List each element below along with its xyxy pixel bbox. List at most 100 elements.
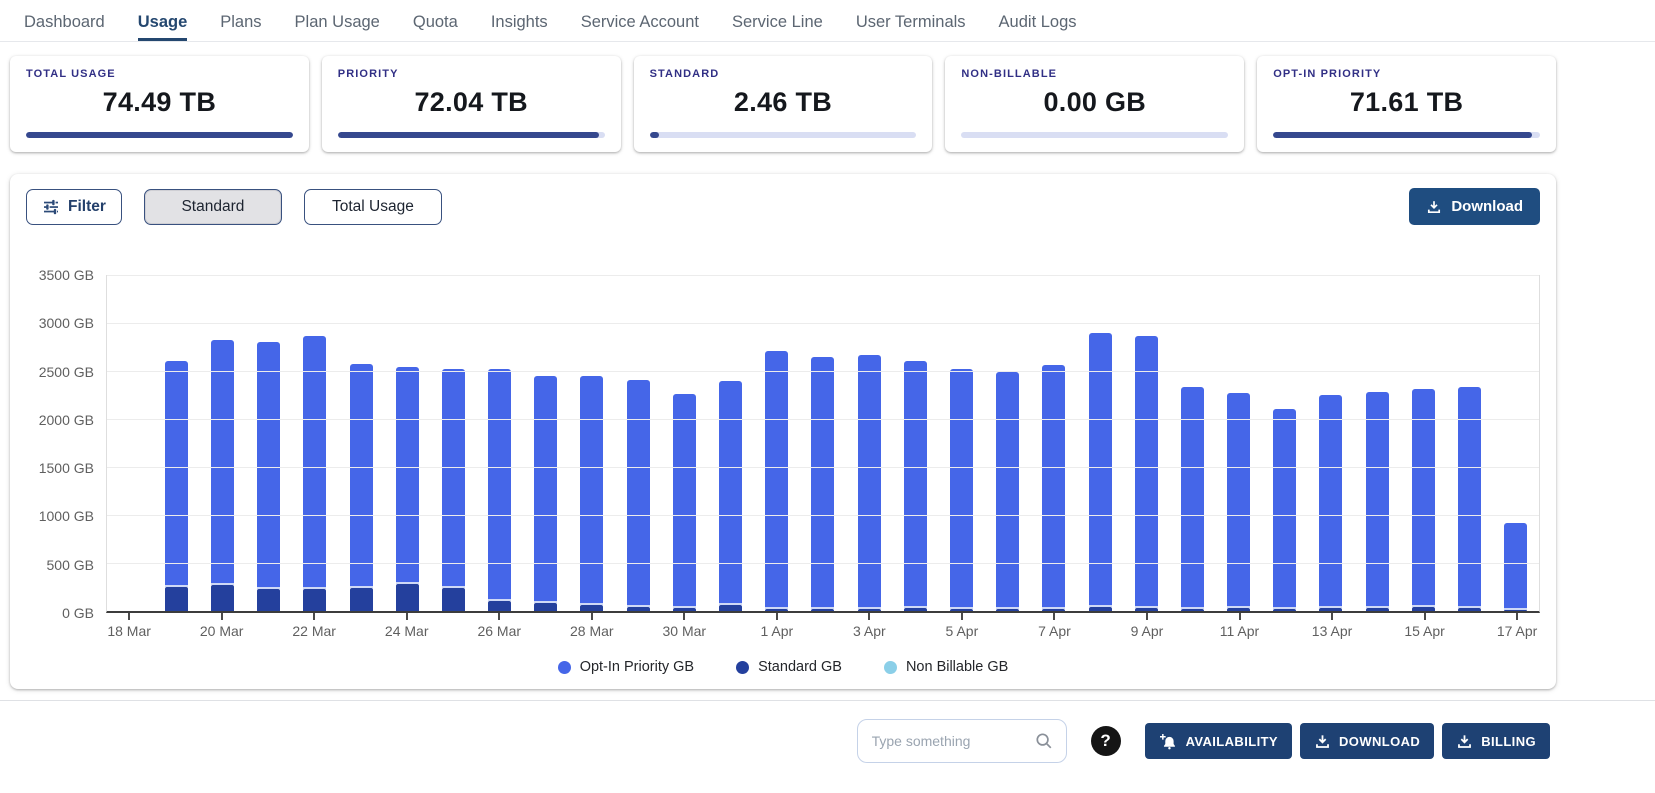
chart-download-button[interactable]: Download	[1409, 188, 1540, 225]
bar-12-apr[interactable]	[1273, 275, 1296, 611]
bar-28-mar[interactable]	[580, 275, 603, 611]
segment-standard	[1135, 608, 1158, 611]
x-slot: 5 Apr	[939, 613, 985, 647]
segment-opt-in-priority	[1089, 333, 1112, 605]
x-tick-mark	[498, 613, 500, 620]
bar-1-apr[interactable]	[765, 275, 788, 611]
view-button-total-usage[interactable]: Total Usage	[304, 189, 442, 225]
segment-standard	[1412, 607, 1435, 611]
bar-13-apr[interactable]	[1319, 275, 1342, 611]
bar-slot	[892, 275, 938, 611]
search-box[interactable]	[857, 719, 1067, 763]
x-axis: 18 Mar20 Mar22 Mar24 Mar26 Mar28 Mar30 M…	[106, 613, 1540, 647]
nav-item-plans[interactable]: Plans	[220, 13, 261, 41]
nav-item-user-terminals[interactable]: User Terminals	[856, 13, 966, 41]
bar-8-apr[interactable]	[1089, 275, 1112, 611]
nav-item-dashboard[interactable]: Dashboard	[24, 13, 105, 41]
bar-4-apr[interactable]	[904, 275, 927, 611]
nav-item-insights[interactable]: Insights	[491, 13, 548, 41]
nav-item-quota[interactable]: Quota	[413, 13, 458, 41]
bar-29-mar[interactable]	[627, 275, 650, 611]
x-tick-mark	[1424, 613, 1426, 620]
segment-opt-in-priority	[534, 376, 557, 602]
footer-button-download[interactable]: DOWNLOAD	[1300, 723, 1434, 759]
segment-standard	[534, 603, 557, 611]
stat-value: 72.04 TB	[338, 87, 605, 118]
chart-legend: Opt-In Priority GBStandard GBNon Billabl…	[26, 659, 1540, 675]
nav-item-service-line[interactable]: Service Line	[732, 13, 823, 41]
bar-24-mar[interactable]	[396, 275, 419, 611]
bar-25-mar[interactable]	[442, 275, 465, 611]
segment-standard	[1227, 608, 1250, 611]
bar-15-apr[interactable]	[1412, 275, 1435, 611]
nav-item-plan-usage[interactable]: Plan Usage	[295, 13, 380, 41]
stat-label: PRIORITY	[338, 68, 605, 80]
bar-22-mar[interactable]	[303, 275, 326, 611]
bar-31-mar[interactable]	[719, 275, 742, 611]
bar-19-mar[interactable]	[165, 275, 188, 611]
segment-standard	[1042, 609, 1065, 611]
search-input[interactable]	[872, 733, 1034, 749]
view-button-standard[interactable]: Standard	[144, 189, 282, 225]
bar-slot	[1446, 275, 1492, 611]
bar-23-mar[interactable]	[350, 275, 373, 611]
bar-slot	[1077, 275, 1123, 611]
bar-slot	[292, 275, 338, 611]
usage-chart-card: Filter Standard Total Usage Download 0 GB…	[10, 174, 1556, 689]
x-slot	[1263, 613, 1309, 647]
bar-30-mar[interactable]	[673, 275, 696, 611]
bar-2-apr[interactable]	[811, 275, 834, 611]
view-toggle-group: Standard Total Usage	[144, 189, 442, 225]
legend-marker	[884, 661, 897, 674]
bar-slot	[1216, 275, 1262, 611]
bar-11-apr[interactable]	[1227, 275, 1250, 611]
nav-item-audit-logs[interactable]: Audit Logs	[999, 13, 1077, 41]
grid-line	[107, 515, 1539, 516]
x-slot	[337, 613, 383, 647]
bar-slot	[1262, 275, 1308, 611]
bar-slot	[615, 275, 661, 611]
x-slot	[707, 613, 753, 647]
filter-button[interactable]: Filter	[26, 189, 122, 225]
bar-9-apr[interactable]	[1135, 275, 1158, 611]
x-slot: 30 Mar	[661, 613, 707, 647]
bar-10-apr[interactable]	[1181, 275, 1204, 611]
bar-slot	[938, 275, 984, 611]
tune-icon	[42, 198, 60, 216]
bar-6-apr[interactable]	[996, 275, 1019, 611]
bar-chart: 0 GB500 GB1000 GB1500 GB2000 GB2500 GB30…	[26, 275, 1540, 613]
bar-17-apr[interactable]	[1504, 275, 1527, 611]
bar-26-mar[interactable]	[488, 275, 511, 611]
stat-progress-track	[338, 132, 605, 138]
segment-opt-in-priority	[1504, 523, 1527, 608]
bar-14-apr[interactable]	[1366, 275, 1389, 611]
bar-slot	[1169, 275, 1215, 611]
x-tick-label: 24 Mar	[385, 623, 429, 639]
stat-progress-track	[26, 132, 293, 138]
segment-standard	[950, 609, 973, 611]
x-slot: 9 Apr	[1124, 613, 1170, 647]
y-axis-label: 0 GB	[62, 605, 94, 621]
x-tick-mark	[776, 613, 778, 620]
bar-5-apr[interactable]	[950, 275, 973, 611]
bar-3-apr[interactable]	[858, 275, 881, 611]
segment-opt-in-priority	[765, 351, 788, 607]
help-icon[interactable]: ?	[1091, 726, 1121, 756]
bar-slot	[338, 275, 384, 611]
nav-item-service-account[interactable]: Service Account	[581, 13, 699, 41]
footer-button-billing[interactable]: BILLING	[1442, 723, 1550, 759]
x-tick-mark	[591, 613, 593, 620]
stat-progress-track	[650, 132, 917, 138]
bar-27-mar[interactable]	[534, 275, 557, 611]
bar-20-mar[interactable]	[211, 275, 234, 611]
x-slot: 20 Mar	[199, 613, 245, 647]
footer-button-availability[interactable]: AVAILABILITY	[1145, 723, 1292, 759]
bar-7-apr[interactable]	[1042, 275, 1065, 611]
bar-16-apr[interactable]	[1458, 275, 1481, 611]
y-axis-label: 1000 GB	[39, 508, 94, 524]
nav-item-usage[interactable]: Usage	[138, 13, 188, 41]
segment-opt-in-priority	[1042, 365, 1065, 606]
legend-item-non-billable-gb: Non Billable GB	[884, 659, 1008, 675]
bar-21-mar[interactable]	[257, 275, 280, 611]
x-slot: 15 Apr	[1401, 613, 1447, 647]
